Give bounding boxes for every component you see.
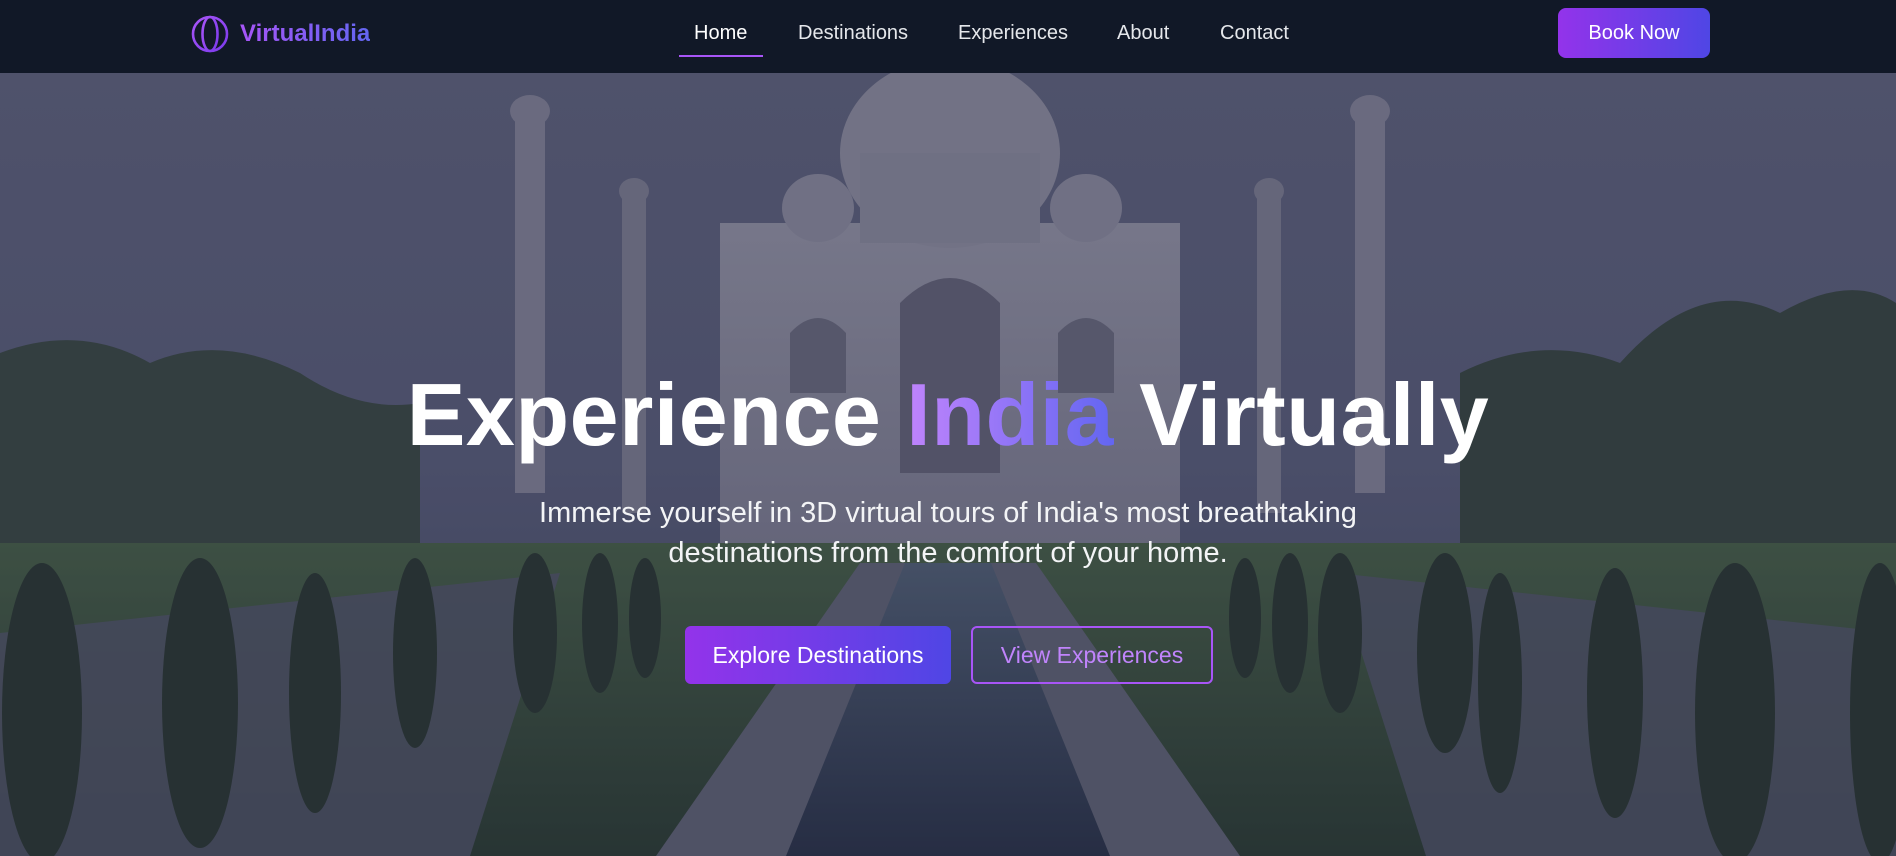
navbar: VirtualIndia Home Destinations Experienc… [0,0,1896,73]
explore-destinations-button[interactable]: Explore Destinations [685,626,951,684]
hero-title-part1: Experience [406,365,882,464]
book-now-button[interactable]: Book Now [1558,8,1710,58]
hero-title: Experience India Virtually [0,365,1896,465]
hero-title-accent: India [906,365,1115,464]
nav-link-destinations[interactable]: Destinations [798,20,908,46]
nav-link-about[interactable]: About [1117,20,1169,46]
nav-link-home[interactable]: Home [694,20,747,46]
view-experiences-button[interactable]: View Experiences [971,626,1213,684]
active-nav-indicator [679,55,763,57]
nav-link-contact[interactable]: Contact [1220,20,1289,46]
hero-section: Experience India Virtually Immerse yours… [0,73,1896,856]
nav-link-experiences[interactable]: Experiences [958,20,1068,46]
hero-title-part2: Virtually [1139,365,1490,464]
hero-subtitle: Immerse yourself in 3D virtual tours of … [539,497,1357,569]
